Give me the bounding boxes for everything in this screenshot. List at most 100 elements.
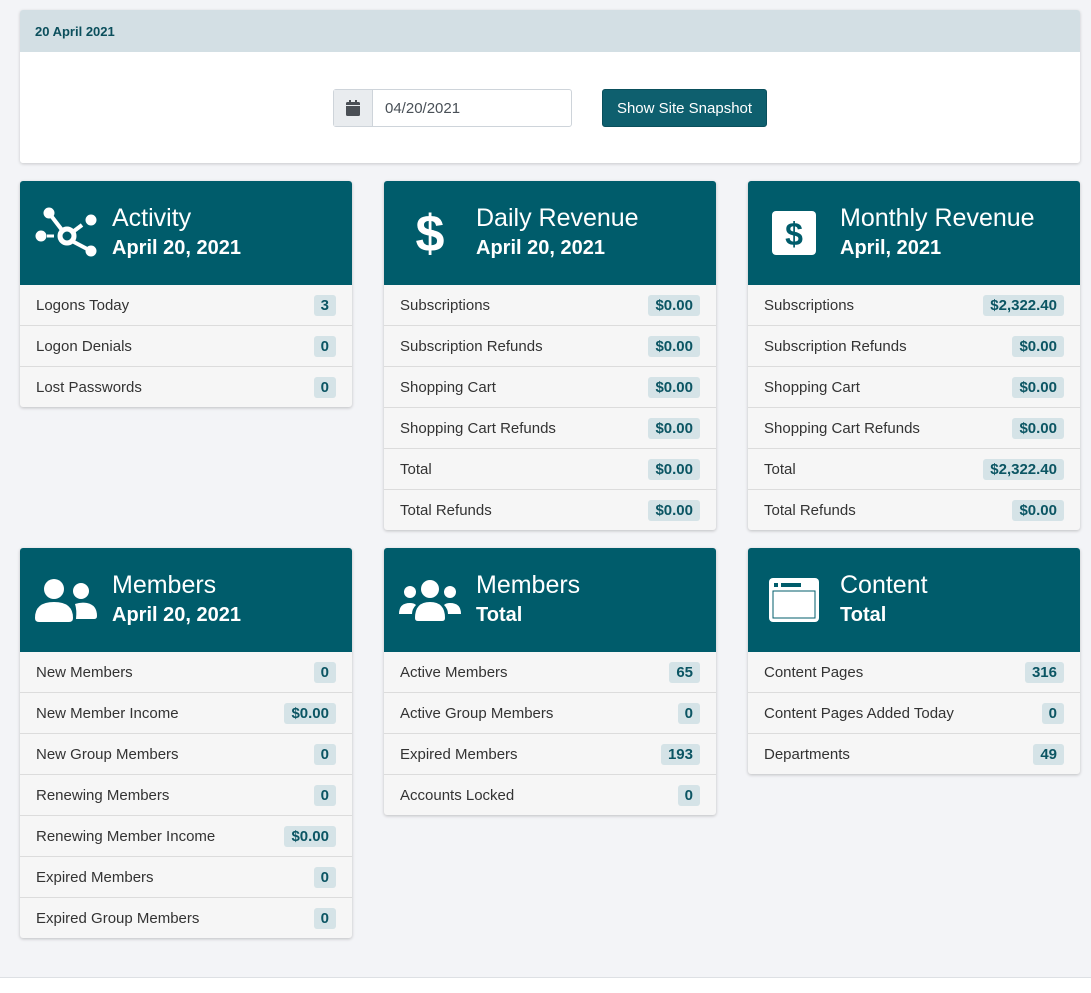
list-item: Renewing Members 0 (20, 774, 352, 815)
list-item: Accounts Locked 0 (384, 774, 716, 815)
card-title: Monthly Revenue (840, 204, 1035, 232)
svg-text:$: $ (785, 216, 803, 252)
user-friends-icon (20, 578, 112, 622)
item-value-badge: 3 (313, 294, 336, 316)
card-subtitle: April, 2021 (840, 237, 942, 259)
list-item: Content Pages Added Today 0 (748, 692, 1080, 733)
card-subtitle: April 20, 2021 (476, 237, 605, 259)
card-header: $ Monthly Revenue April, 2021 (748, 181, 1080, 285)
item-value-badge: 65 (669, 661, 700, 683)
item-value-badge: 0 (313, 907, 336, 929)
list-item: Shopping Cart $0.00 (748, 366, 1080, 407)
item-label: Active Group Members (400, 704, 554, 722)
item-label: Subscriptions (764, 296, 855, 314)
footer (0, 977, 1091, 993)
panel-title: 20 April 2021 (20, 10, 1080, 52)
list-item: Expired Members 193 (384, 733, 716, 774)
item-value-badge: 0 (313, 743, 336, 765)
item-value-badge: 0 (313, 376, 336, 398)
item-value-badge: 316 (1024, 661, 1064, 683)
show-site-snapshot-button[interactable]: Show Site Snapshot (602, 89, 767, 127)
item-value-badge: $0.00 (648, 458, 700, 480)
card-title: Members (476, 571, 581, 599)
item-value-badge: 0 (313, 866, 336, 888)
card-list: Logons Today 3 Logon Denials 0 Lost Password… (20, 285, 352, 407)
card-list: Subscriptions $0.00 Subscription Refunds $0… (384, 285, 716, 530)
item-label: New Member Income (36, 704, 179, 722)
date-picker[interactable] (333, 89, 572, 127)
item-label: Shopping Cart Refunds (764, 419, 920, 437)
item-value-badge: $0.00 (648, 376, 700, 398)
list-item: Renewing Member Income $0.00 (20, 815, 352, 856)
item-label: Accounts Locked (400, 786, 515, 804)
item-value-badge: 0 (313, 661, 336, 683)
list-item: Active Members 65 (384, 652, 716, 692)
list-item: Lost Passwords 0 (20, 366, 352, 407)
item-label: Total Refunds (764, 501, 856, 519)
item-value-badge: $0.00 (1012, 499, 1064, 521)
card-header: Activity April 20, 2021 (20, 181, 352, 285)
item-label: New Group Members (36, 745, 179, 763)
item-label: Renewing Members (36, 786, 170, 804)
list-item: Content Pages 316 (748, 652, 1080, 692)
card-title: Content (840, 571, 928, 599)
dollar-icon: $ (384, 207, 476, 259)
item-label: Expired Members (36, 868, 154, 886)
item-label: Renewing Member Income (36, 827, 216, 845)
date-input[interactable] (373, 90, 567, 126)
card-title: Activity (112, 204, 192, 232)
item-label: Expired Group Members (36, 909, 200, 927)
card-list: Content Pages 316 Content Pages Added Toda… (748, 652, 1080, 774)
list-item: Total $2,322.40 (748, 448, 1080, 489)
list-item: Active Group Members 0 (384, 692, 716, 733)
list-item: Subscriptions $0.00 (384, 285, 716, 325)
list-item: New Group Members 0 (20, 733, 352, 774)
item-value-badge: $0.00 (648, 499, 700, 521)
list-item: Expired Members 0 (20, 856, 352, 897)
item-label: Total (400, 460, 432, 478)
calendar-icon[interactable] (334, 90, 373, 126)
list-item: Total $0.00 (384, 448, 716, 489)
card-subtitle: Total (840, 604, 887, 626)
list-item: Logon Denials 0 (20, 325, 352, 366)
item-value-badge: $0.00 (1012, 376, 1064, 398)
item-value-badge: 0 (677, 784, 700, 806)
card-members-april-20-2021: Members April 20, 2021 New Members 0 New Mem… (20, 548, 352, 938)
item-label: Content Pages Added Today (764, 704, 954, 722)
list-item: Subscription Refunds $0.00 (384, 325, 716, 366)
card-activity-april-20-2021: Activity April 20, 2021 Logons Today 3 Logon… (20, 181, 352, 407)
card-subtitle: April 20, 2021 (112, 237, 241, 259)
card-list: Active Members 65 Active Group Members 0 Exp… (384, 652, 716, 815)
item-label: Logon Denials (36, 337, 132, 355)
card-subtitle: April 20, 2021 (112, 604, 241, 626)
list-item: Shopping Cart Refunds $0.00 (384, 407, 716, 448)
list-item: Expired Group Members 0 (20, 897, 352, 938)
item-value-badge: $0.00 (648, 294, 700, 316)
item-value-badge: 0 (313, 335, 336, 357)
window-icon (748, 578, 840, 622)
item-label: Lost Passwords (36, 378, 142, 396)
money-bill-icon: $ (748, 211, 840, 255)
item-value-badge: 0 (313, 784, 336, 806)
card-header: Members Total (384, 548, 716, 652)
card-title: Daily Revenue (476, 204, 639, 232)
item-label: Shopping Cart Refunds (400, 419, 556, 437)
item-value-badge: $2,322.40 (983, 458, 1064, 480)
card-header: Members April 20, 2021 (20, 548, 352, 652)
list-item: Subscriptions $2,322.40 (748, 285, 1080, 325)
snapshot-panel: 20 April 2021 Show Site Snapshot (20, 10, 1080, 163)
item-label: Shopping Cart (764, 378, 860, 396)
list-item: New Members 0 (20, 652, 352, 692)
card-daily-revenue-april-20-2021: $ Daily Revenue April 20, 2021 Subscription… (384, 181, 716, 530)
item-value-badge: $0.00 (1012, 417, 1064, 439)
list-item: Departments 49 (748, 733, 1080, 774)
list-item: Total Refunds $0.00 (384, 489, 716, 530)
item-label: Expired Members (400, 745, 518, 763)
list-item: Logons Today 3 (20, 285, 352, 325)
item-value-badge: $0.00 (648, 417, 700, 439)
svg-text:$: $ (416, 207, 445, 259)
list-item: Shopping Cart $0.00 (384, 366, 716, 407)
list-item: New Member Income $0.00 (20, 692, 352, 733)
card-header: $ Daily Revenue April 20, 2021 (384, 181, 716, 285)
item-label: Subscription Refunds (400, 337, 543, 355)
